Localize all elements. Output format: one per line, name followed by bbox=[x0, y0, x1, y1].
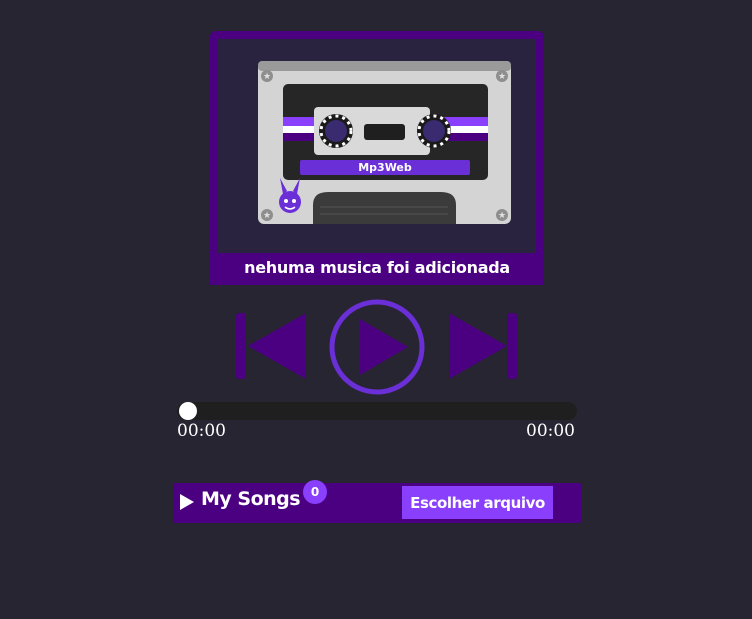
current-time: 00:00 bbox=[177, 421, 226, 441]
svg-text:★: ★ bbox=[263, 72, 271, 82]
cassette-card: ★ ★ ★ ★ Mp3Web nehuma musica foi adicion… bbox=[210, 31, 544, 285]
cassette-screen: ★ ★ ★ ★ Mp3Web bbox=[218, 39, 536, 253]
cassette-label: Mp3Web bbox=[358, 161, 412, 174]
skip-next-icon bbox=[449, 313, 517, 379]
player-page: ★ ★ ★ ★ Mp3Web nehuma musica foi adicion… bbox=[0, 0, 752, 619]
svg-text:★: ★ bbox=[263, 211, 271, 221]
progress-handle[interactable] bbox=[179, 402, 197, 420]
choose-file-button[interactable]: Escolher arquivo bbox=[402, 486, 553, 519]
songs-count-badge: 0 bbox=[303, 480, 327, 504]
play-icon bbox=[329, 299, 425, 395]
total-time: 00:00 bbox=[526, 421, 575, 441]
progress-bar[interactable] bbox=[177, 402, 577, 420]
skip-previous-icon bbox=[236, 313, 306, 379]
songs-panel-header: My Songs 0 Escolher arquivo bbox=[173, 480, 581, 523]
songs-title: My Songs bbox=[201, 488, 301, 510]
svg-text:★: ★ bbox=[498, 211, 506, 221]
previous-button[interactable] bbox=[236, 313, 308, 379]
next-button[interactable] bbox=[447, 313, 519, 379]
triangle-right-icon[interactable] bbox=[177, 491, 199, 513]
cassette-tape-icon: ★ ★ ★ ★ Mp3Web bbox=[258, 61, 511, 224]
play-button[interactable] bbox=[327, 297, 427, 397]
now-playing-status: nehuma musica foi adicionada bbox=[244, 258, 510, 277]
svg-text:★: ★ bbox=[498, 72, 506, 82]
